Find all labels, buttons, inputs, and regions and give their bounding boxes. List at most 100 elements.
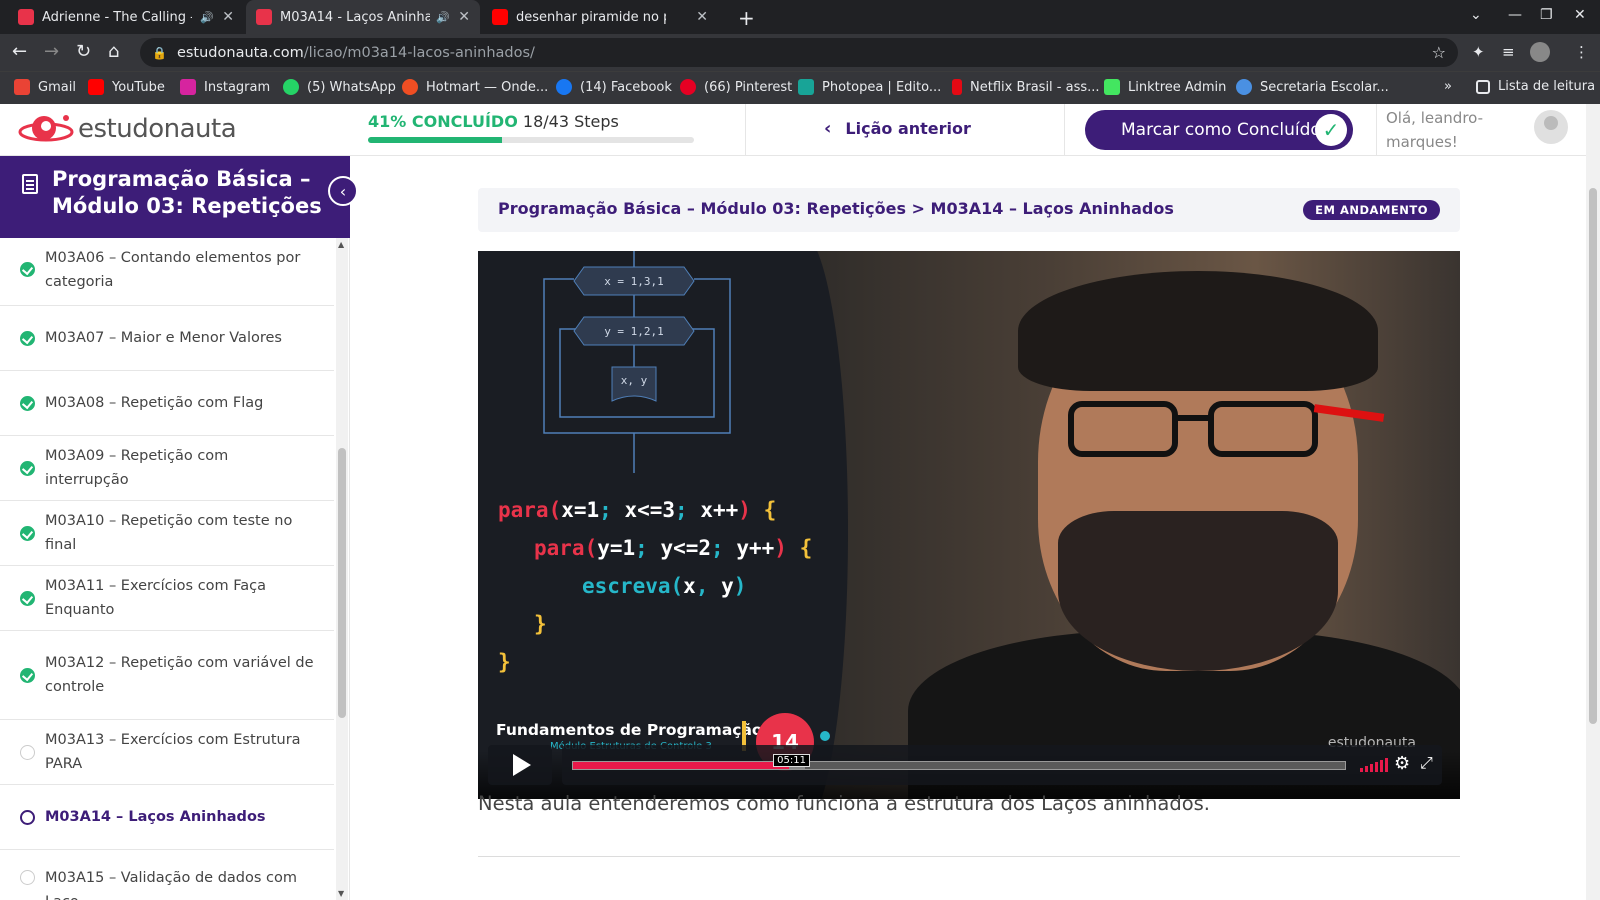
avatar[interactable] <box>1534 110 1568 144</box>
lesson-item-current[interactable]: M03A14 – Laços Aninhados <box>0 785 334 850</box>
mark-complete-button[interactable]: Marcar como Concluído ✓ <box>1085 110 1353 150</box>
progress-text: 41% CONCLUÍDO 18/43 Steps <box>368 112 694 131</box>
bookmark-label: YouTube <box>112 79 165 95</box>
bookmark-secretaria[interactable]: Secretaria Escolar... <box>1236 79 1389 95</box>
menu-icon[interactable]: ⋮ <box>1574 43 1589 61</box>
facebook-icon <box>556 79 572 95</box>
new-tab-icon[interactable]: + <box>738 6 755 30</box>
lesson-label: M03A12 – Repetição com variável de contr… <box>45 655 314 695</box>
linktree-icon <box>1104 79 1120 95</box>
bookmark-pinterest[interactable]: (66) Pinterest <box>680 79 792 95</box>
lesson-label: M03A10 – Repetição com teste no final <box>45 513 293 553</box>
lesson-list: M03A06 – Contando elementos por categori… <box>0 238 334 900</box>
scroll-down-icon[interactable]: ▼ <box>338 889 344 898</box>
back-icon[interactable]: ← <box>12 41 27 62</box>
seek-played <box>573 762 790 769</box>
close-window-icon[interactable]: ✕ <box>1574 7 1586 23</box>
bookmark-whatsapp[interactable]: (5) WhatsApp <box>283 79 396 95</box>
forward-icon[interactable]: → <box>44 41 59 62</box>
video-person-hair <box>1018 271 1378 391</box>
lesson-item[interactable]: M03A11 – Exercícios com Faça Enquanto <box>0 566 334 631</box>
more-bookmarks-icon[interactable]: » <box>1444 79 1452 94</box>
completed-check-icon <box>20 262 35 277</box>
secretaria-icon <box>1236 79 1252 95</box>
close-tab-icon[interactable]: ✕ <box>222 9 234 25</box>
page-scrollbar[interactable] <box>1586 104 1600 900</box>
pinterest-icon <box>680 79 696 95</box>
divider <box>1376 104 1377 156</box>
breadcrumb: Programação Básica – Módulo 03: Repetiçõ… <box>478 188 1460 232</box>
page-scroll-thumb[interactable] <box>1589 188 1597 724</box>
browser-tab[interactable]: Adrienne - The Calling - D 🔊 ✕ <box>8 0 244 34</box>
close-tab-icon[interactable]: ✕ <box>696 9 708 25</box>
hotmart-icon <box>402 79 418 95</box>
status-badge: EM ANDAMENTO <box>1303 200 1440 220</box>
logo[interactable]: estudonauta <box>18 112 237 146</box>
bookmark-instagram[interactable]: Instagram <box>180 79 270 95</box>
lesson-item[interactable]: M03A13 – Exercícios com Estrutura PARA <box>0 720 334 785</box>
lesson-label: M03A06 – Contando elementos por categori… <box>45 249 301 290</box>
bookmark-youtube[interactable]: YouTube <box>88 79 165 95</box>
address-bar[interactable]: 🔒 estudonauta.com/licao/m03a14-lacos-ani… <box>140 38 1458 67</box>
reading-list[interactable]: Lista de leitura <box>1476 79 1595 94</box>
bookmark-linktree[interactable]: Linktree Admin <box>1104 79 1226 95</box>
lesson-item[interactable]: M03A09 – Repetição com interrupção <box>0 436 334 501</box>
course-title: Programação Básica – Módulo 03: Repetiçõ… <box>52 167 322 218</box>
lesson-item[interactable]: M03A08 – Repetição com Flag <box>0 371 334 436</box>
close-tab-icon[interactable]: ✕ <box>458 9 470 25</box>
browser-tab-active[interactable]: M03A14 - Laços Aninhado 🔊 ✕ <box>246 0 480 34</box>
media-control-icon[interactable]: ≡ <box>1502 43 1515 61</box>
lesson-label: M03A15 – Validação de dados com Laço <box>45 870 297 900</box>
seek-bar[interactable]: 05:11 <box>572 754 1346 770</box>
instagram-icon <box>180 79 196 95</box>
lesson-item[interactable]: M03A12 – Repetição com variável de contr… <box>0 631 334 720</box>
tab-search-icon[interactable]: ⌄ <box>1470 7 1482 23</box>
home-icon[interactable]: ⌂ <box>108 41 119 62</box>
browser-tab[interactable]: desenhar piramide no portug ✕ <box>482 0 718 34</box>
lesson-item[interactable]: M03A15 – Validação de dados com Laço <box>0 850 334 900</box>
bookmark-gmail[interactable]: Gmail <box>14 79 76 95</box>
divider <box>478 856 1460 857</box>
current-circle-icon <box>20 809 35 825</box>
progress-percent: 41% CONCLUÍDO <box>368 112 518 131</box>
progress-steps: 18/43 Steps <box>522 112 619 131</box>
breadcrumb-text[interactable]: Programação Básica – Módulo 03: Repetiçõ… <box>498 199 1174 218</box>
reload-icon[interactable]: ↻ <box>76 41 91 62</box>
settings-gear-icon[interactable]: ⚙ <box>1394 753 1410 774</box>
speaker-icon[interactable]: 🔊 <box>436 11 450 24</box>
bookmark-photopea[interactable]: Photopea | Edito... <box>798 79 941 95</box>
sidebar-scrollbar[interactable]: ▲ ▼ <box>336 238 348 900</box>
lesson-item[interactable]: M03A07 – Maior e Menor Valores <box>0 306 334 371</box>
video-player[interactable]: x = 1,3,1 y = 1,2,1 x, y para(x=1; x<=3;… <box>478 251 1460 799</box>
scroll-up-icon[interactable]: ▲ <box>338 240 344 249</box>
bookmark-netflix[interactable]: Netflix Brasil - ass... <box>952 79 1100 95</box>
flow-x-label: x = 1,3,1 <box>604 275 664 288</box>
netflix-icon <box>952 79 962 95</box>
minimize-icon[interactable]: — <box>1508 7 1522 23</box>
restore-icon[interactable]: ❐ <box>1540 7 1553 23</box>
bookmark-hotmart[interactable]: Hotmart — Onde... <box>402 79 548 95</box>
volume-icon[interactable] <box>1360 758 1388 772</box>
lock-icon[interactable]: 🔒 <box>152 46 167 60</box>
lesson-item[interactable]: M03A10 – Repetição com teste no final <box>0 501 334 566</box>
time-tooltip: 05:11 <box>773 754 810 767</box>
extensions-icon[interactable]: ✦ <box>1472 43 1485 61</box>
bookmark-facebook[interactable]: (14) Facebook <box>556 79 672 95</box>
tab-favicon <box>492 9 508 25</box>
photopea-icon <box>798 79 814 95</box>
chevron-left-icon: ‹ <box>339 181 347 201</box>
sidebar-scroll-thumb[interactable] <box>338 448 346 718</box>
bookmark-star-icon[interactable]: ☆ <box>1432 43 1446 62</box>
fullscreen-icon[interactable]: ⤢ <box>1420 753 1433 773</box>
speaker-icon[interactable]: 🔊 <box>200 11 214 24</box>
lesson-label: M03A08 – Repetição com Flag <box>45 395 264 411</box>
lesson-topnav: estudonauta 41% CONCLUÍDO 18/43 Steps ‹ L… <box>0 104 1600 156</box>
profile-avatar-icon[interactable] <box>1530 42 1550 62</box>
play-button[interactable] <box>488 745 552 785</box>
previous-lesson-link[interactable]: ‹ Lição anterior <box>824 118 971 139</box>
completed-check-icon <box>20 590 35 606</box>
collapse-sidebar-button[interactable]: ‹ <box>328 176 358 206</box>
video-person-glasses <box>1068 401 1385 461</box>
bookmark-label: Secretaria Escolar... <box>1260 79 1389 95</box>
lesson-item[interactable]: M03A06 – Contando elementos por categori… <box>0 238 334 306</box>
